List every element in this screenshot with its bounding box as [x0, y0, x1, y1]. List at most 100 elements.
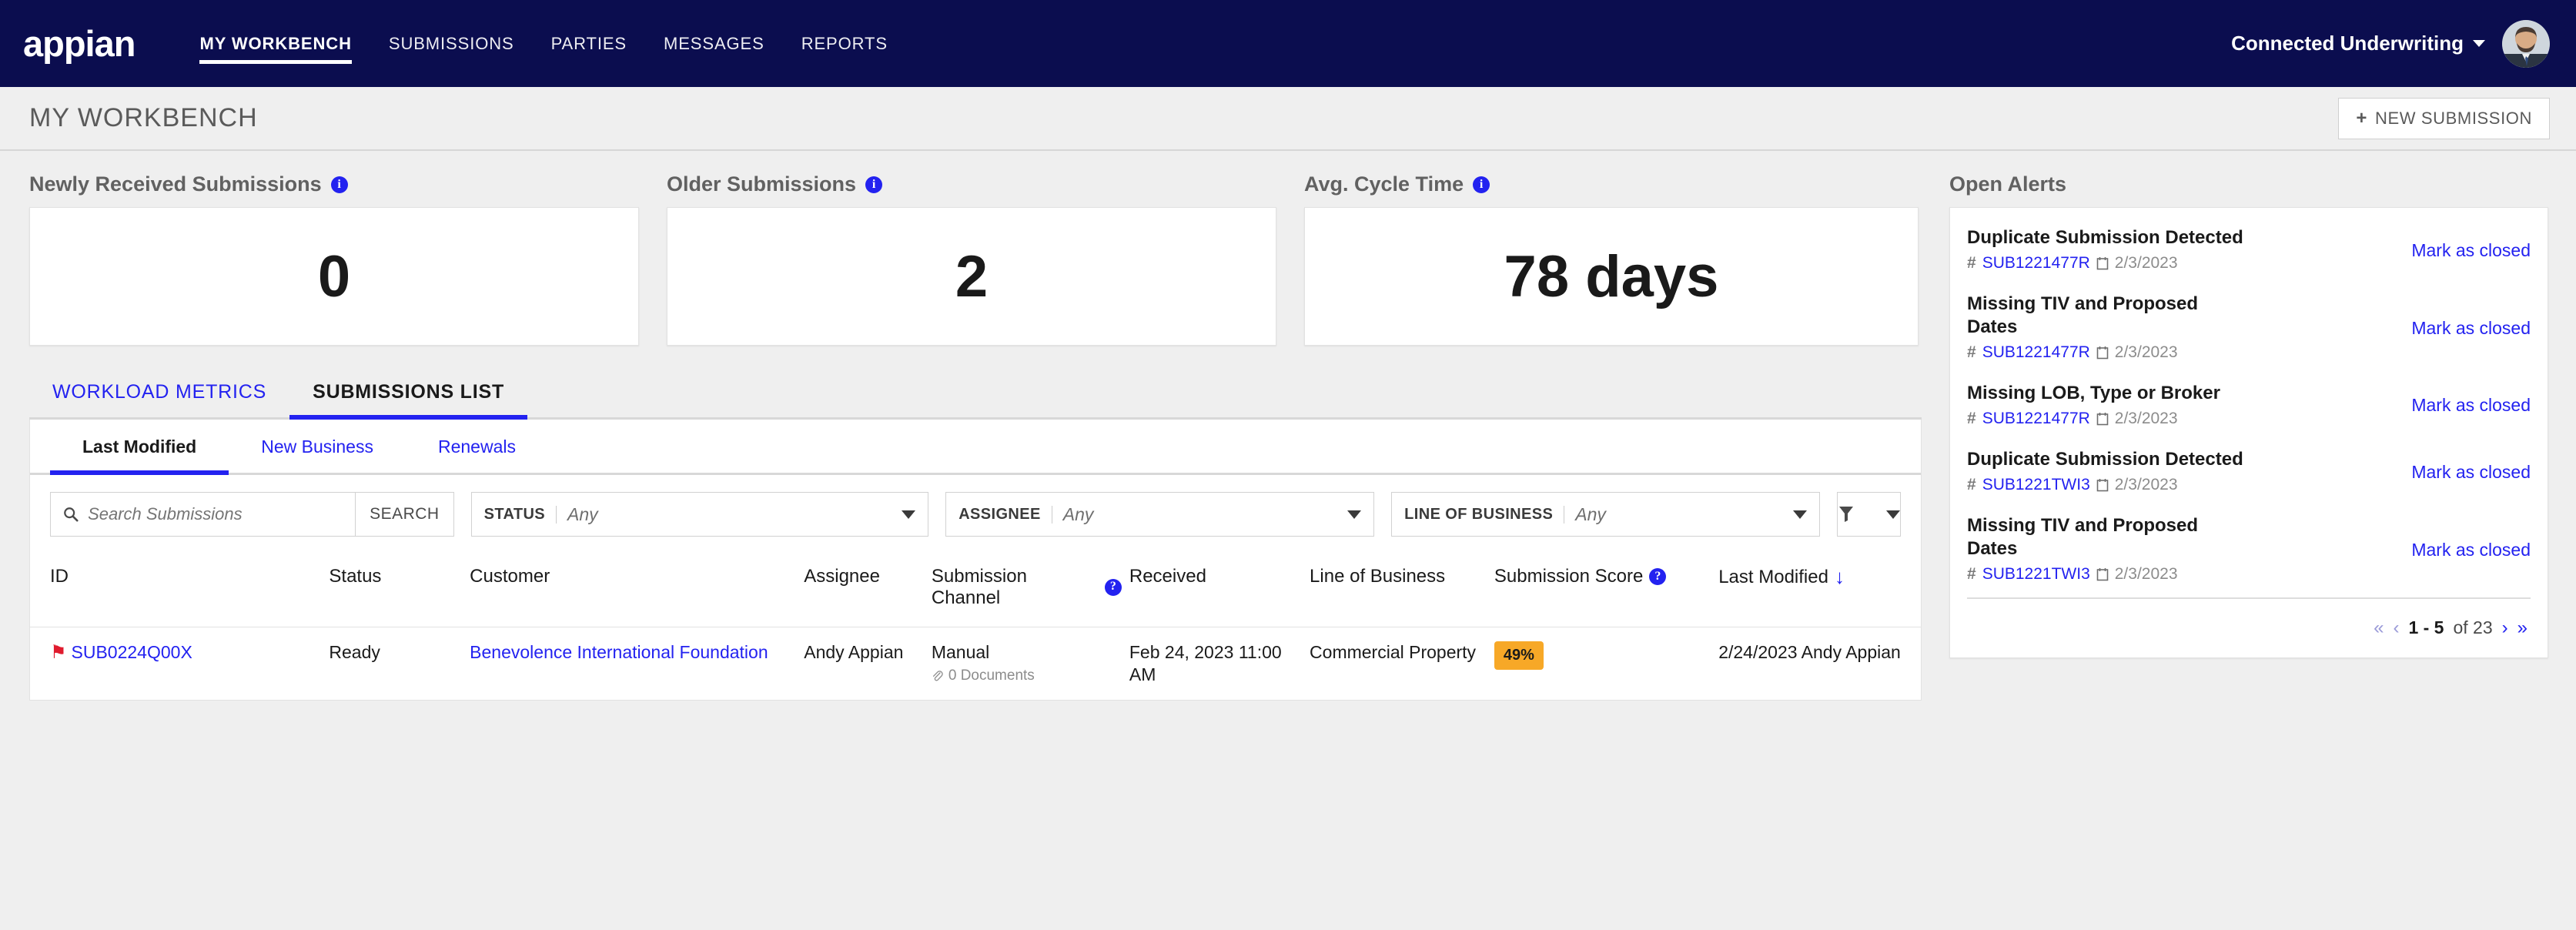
- nav-item-parties[interactable]: PARTIES: [533, 0, 645, 87]
- nav-item-messages[interactable]: MESSAGES: [645, 0, 783, 87]
- mark-as-closed-link[interactable]: Mark as closed: [2411, 239, 2531, 261]
- alert-title: Missing TIV and Proposed Dates: [1967, 293, 2199, 337]
- kpi-label-text: Avg. Cycle Time: [1304, 172, 1464, 196]
- info-icon[interactable]: i: [1473, 176, 1490, 193]
- alert-title: Duplicate Submission Detected: [1967, 449, 2243, 470]
- tab-renewals[interactable]: Renewals: [406, 420, 548, 473]
- mark-as-closed-link[interactable]: Mark as closed: [2411, 460, 2531, 483]
- advanced-filter-button[interactable]: [1837, 492, 1902, 537]
- channel-value: Manual: [931, 642, 990, 663]
- avatar[interactable]: [2502, 19, 2550, 68]
- alert-title: Missing TIV and Proposed Dates: [1967, 515, 2199, 559]
- documents-count-label: 0 Documents: [948, 667, 1035, 684]
- search-input[interactable]: [88, 504, 343, 524]
- nav-item-my-workbench[interactable]: MY WORKBENCH: [181, 0, 370, 87]
- search-button[interactable]: SEARCH: [356, 492, 454, 537]
- assignee-filter-dropdown[interactable]: ASSIGNEE Any: [945, 492, 1375, 537]
- alert-main: Duplicate Submission Detected # SUB12214…: [1967, 226, 2411, 273]
- kpi-row: Newly Received Submissions i 0 Older Sub…: [29, 172, 1922, 346]
- last-page-button[interactable]: »: [2517, 617, 2527, 639]
- alert-main: Missing TIV and Proposed Dates # SUB1221…: [1967, 293, 2411, 362]
- tab-new-business[interactable]: New Business: [229, 420, 406, 473]
- column-header-received[interactable]: Received: [1129, 550, 1310, 628]
- tab-workload-metrics[interactable]: WORKLOAD METRICS: [29, 373, 289, 417]
- cell-id: ⚑ SUB0224Q00X: [30, 627, 329, 700]
- alert-item[interactable]: Missing TIV and Proposed Dates # SUB1221…: [1967, 282, 2531, 371]
- table-row[interactable]: ⚑ SUB0224Q00X Ready Benevolence Internati…: [30, 627, 1921, 700]
- mark-as-closed-link[interactable]: Mark as closed: [2411, 393, 2531, 416]
- column-header-id[interactable]: ID: [30, 550, 330, 628]
- alert-submission-id[interactable]: SUB1221TWI3: [1982, 565, 2090, 584]
- help-icon[interactable]: ?: [1649, 567, 1667, 585]
- column-header-submission-channel[interactable]: Submission Channel ?: [931, 550, 1129, 628]
- nav-item-reports[interactable]: REPORTS: [783, 0, 906, 87]
- chevron-down-icon: [1886, 510, 1901, 519]
- calendar-icon: [2096, 479, 2109, 492]
- new-submission-button[interactable]: + NEW SUBMISSION: [2338, 97, 2550, 139]
- kpi-card: 0: [29, 207, 639, 346]
- alert-title: Missing LOB, Type or Broker: [1967, 382, 2220, 403]
- table-header-row: ID Status Customer Assignee Submission C…: [30, 550, 1921, 628]
- next-page-button[interactable]: ›: [2502, 617, 2508, 639]
- main-nav-links: MY WORKBENCH SUBMISSIONS PARTIES MESSAGE…: [181, 0, 905, 87]
- alert-item[interactable]: Duplicate Submission Detected # SUB1221T…: [1967, 437, 2531, 503]
- appian-logo[interactable]: appian: [23, 25, 135, 62]
- line-of-business-filter-value: Any: [1575, 503, 1606, 524]
- line-of-business-filter-label: LINE OF BUSINESS: [1404, 505, 1565, 524]
- info-icon[interactable]: i: [330, 176, 348, 193]
- nav-item-submissions[interactable]: SUBMISSIONS: [370, 0, 533, 87]
- alerts-pagination: « ‹ 1 - 5 of 23 › »: [1967, 599, 2531, 650]
- new-submission-label: NEW SUBMISSION: [2375, 108, 2532, 128]
- alert-item[interactable]: Missing TIV and Proposed Dates # SUB1221…: [1967, 503, 2531, 593]
- sort-descending-icon[interactable]: ↓: [1835, 565, 1845, 589]
- alert-submission-id[interactable]: SUB1221477R: [1982, 410, 2090, 428]
- tab-submissions-list[interactable]: SUBMISSIONS LIST: [289, 373, 527, 420]
- kpi-label-text: Newly Received Submissions: [29, 172, 322, 196]
- kpi-value: 78 days: [1504, 243, 1719, 309]
- hash-icon: #: [1967, 254, 1976, 273]
- cell-last-modified: 2/24/2023 Andy Appian: [1718, 642, 1901, 663]
- customer-link[interactable]: Benevolence International Foundation: [470, 642, 768, 662]
- column-header-customer[interactable]: Customer: [470, 550, 805, 628]
- column-header-label: Last Modified: [1718, 567, 1828, 588]
- page-title: MY WORKBENCH: [29, 103, 258, 132]
- help-icon[interactable]: ?: [1104, 578, 1122, 596]
- column-header-line-of-business[interactable]: Line of Business: [1310, 550, 1494, 628]
- alert-main: Missing LOB, Type or Broker # SUB1221477…: [1967, 382, 2411, 428]
- top-navigation-bar: appian MY WORKBENCH SUBMISSIONS PARTIES …: [0, 0, 2576, 87]
- alert-item[interactable]: Missing LOB, Type or Broker # SUB1221477…: [1967, 371, 2531, 437]
- alert-title: Duplicate Submission Detected: [1967, 227, 2243, 248]
- column-header-submission-score[interactable]: Submission Score ?: [1494, 550, 1719, 628]
- alert-main: Duplicate Submission Detected # SUB1221T…: [1967, 448, 2411, 494]
- calendar-icon: [2096, 567, 2109, 581]
- kpi-label-text: Older Submissions: [667, 172, 857, 196]
- column-header-status[interactable]: Status: [329, 550, 470, 628]
- alert-submission-id[interactable]: SUB1221TWI3: [1982, 476, 2090, 494]
- alert-item[interactable]: Duplicate Submission Detected # SUB12214…: [1967, 216, 2531, 282]
- first-page-button[interactable]: «: [2374, 617, 2384, 639]
- mark-as-closed-link[interactable]: Mark as closed: [2411, 316, 2531, 339]
- column-header-last-modified[interactable]: Last Modified ↓: [1718, 550, 1921, 628]
- open-alerts-title: Open Alerts: [1949, 172, 2067, 196]
- chevron-down-icon: [1347, 510, 1362, 519]
- alert-date: 2/3/2023: [2114, 476, 2178, 494]
- info-icon[interactable]: i: [865, 176, 883, 193]
- column-header-assignee[interactable]: Assignee: [804, 550, 932, 628]
- status-filter-dropdown[interactable]: STATUS Any: [470, 492, 929, 537]
- org-switcher[interactable]: Connected Underwriting: [2231, 32, 2485, 55]
- tab-last-modified[interactable]: Last Modified: [50, 420, 229, 475]
- cell-line-of-business: Commercial Property: [1310, 642, 1477, 663]
- paperclip-icon: [932, 671, 943, 681]
- alert-date: 2/3/2023: [2114, 343, 2178, 361]
- hash-icon: #: [1967, 564, 1976, 583]
- alert-date: 2/3/2023: [2114, 564, 2178, 583]
- previous-page-button[interactable]: ‹: [2393, 617, 2399, 639]
- line-of-business-filter-dropdown[interactable]: LINE OF BUSINESS Any: [1391, 492, 1821, 537]
- hash-icon: #: [1967, 343, 1976, 361]
- main-content-column: Newly Received Submissions i 0 Older Sub…: [29, 151, 1922, 701]
- mark-as-closed-link[interactable]: Mark as closed: [2411, 538, 2531, 560]
- search-box[interactable]: [50, 492, 356, 537]
- submission-id-link[interactable]: SUB0224Q00X: [72, 642, 192, 662]
- alert-submission-id[interactable]: SUB1221477R: [1982, 254, 2090, 273]
- alert-submission-id[interactable]: SUB1221477R: [1982, 343, 2090, 362]
